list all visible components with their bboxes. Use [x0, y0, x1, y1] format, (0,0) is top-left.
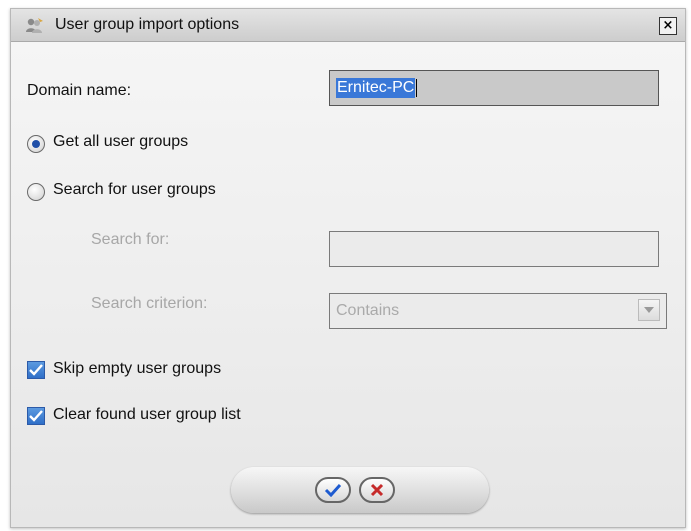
- checkmark-icon: [324, 483, 342, 497]
- dialog-title: User group import options: [55, 16, 240, 33]
- radio-selected-dot: [32, 140, 40, 148]
- checkmark-icon: [29, 364, 43, 376]
- dropdown-arrow[interactable]: [638, 299, 660, 321]
- skip-empty-label[interactable]: Skip empty user groups: [53, 360, 221, 378]
- checkmark-icon: [29, 410, 43, 422]
- radio-get-all-groups[interactable]: [27, 135, 45, 153]
- close-icon: ×: [662, 18, 674, 33]
- clear-found-checkbox[interactable]: [27, 407, 45, 425]
- search-for-label: Search for:: [91, 231, 170, 248]
- import-options-dialog: User group import options × Domain name:…: [10, 8, 686, 528]
- user-group-icon: [26, 18, 43, 33]
- close-button[interactable]: ×: [659, 17, 677, 35]
- clear-found-label[interactable]: Clear found user group list: [53, 406, 241, 424]
- domain-name-input[interactable]: Ernitec-PC: [329, 70, 659, 106]
- button-bar: [231, 467, 489, 513]
- domain-name-label: Domain name:: [27, 82, 132, 99]
- skip-empty-checkbox[interactable]: [27, 361, 45, 379]
- search-criterion-select[interactable]: Contains: [329, 293, 667, 329]
- search-for-input[interactable]: [329, 231, 659, 267]
- x-icon: [370, 483, 384, 497]
- chevron-down-icon: [644, 307, 654, 313]
- text-caret: [416, 79, 418, 97]
- search-criterion-label: Search criterion:: [91, 295, 208, 312]
- domain-name-value: Ernitec-PC: [336, 78, 416, 98]
- search-criterion-value: Contains: [336, 302, 400, 319]
- title-bar[interactable]: User group import options ×: [11, 9, 685, 42]
- radio-get-all-label[interactable]: Get all user groups: [53, 133, 188, 151]
- cancel-button[interactable]: [359, 477, 395, 503]
- ok-button[interactable]: [315, 477, 351, 503]
- radio-search-label[interactable]: Search for user groups: [53, 181, 216, 199]
- radio-search-groups[interactable]: [27, 183, 45, 201]
